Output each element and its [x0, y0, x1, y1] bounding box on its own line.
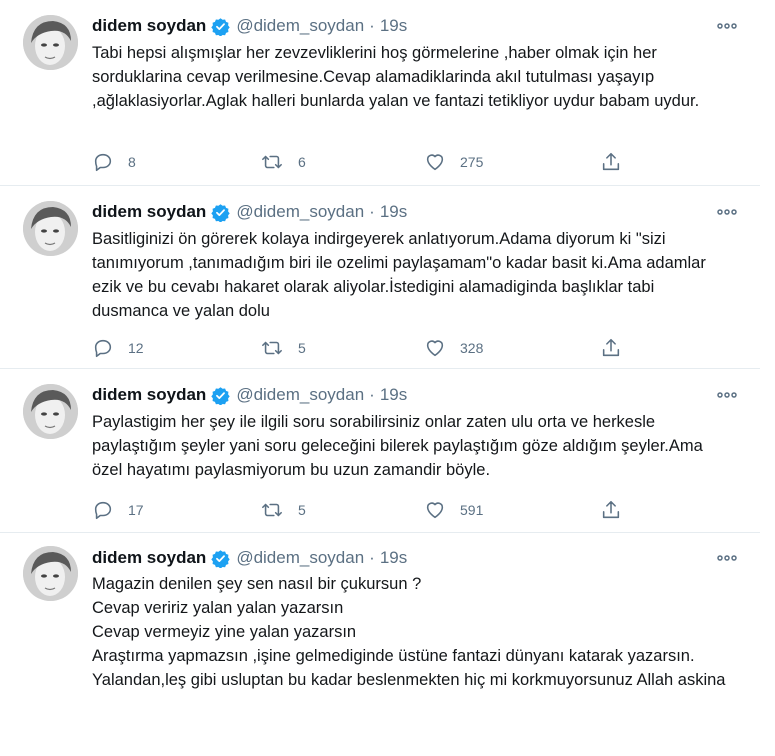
like-count: 591 — [460, 502, 484, 518]
more-options-icon[interactable] — [712, 383, 742, 407]
display-name[interactable]: didem soydan — [92, 548, 206, 568]
tweet[interactable]: didem soydan @didem_soydan · 19s Basitli… — [0, 186, 760, 369]
reply-icon — [94, 339, 112, 358]
reply-button[interactable]: 12 — [92, 336, 144, 360]
tweet-actions: 8 6 275 — [92, 150, 632, 174]
tweet-text: Tabi hepsi alışmışlar her zevzevliklerin… — [92, 44, 700, 110]
retweet-icon — [262, 503, 282, 517]
retweet-button[interactable]: 6 — [260, 150, 306, 174]
reply-button[interactable]: 17 — [92, 498, 144, 522]
tweet-text: Paylastigim her şey ile ilgili soru sora… — [92, 413, 703, 479]
timestamp[interactable]: 19s — [380, 202, 407, 222]
display-name[interactable]: didem soydan — [92, 385, 206, 405]
verified-badge-icon — [211, 386, 230, 405]
like-count: 328 — [460, 340, 484, 356]
retweet-count: 5 — [298, 340, 306, 356]
verified-badge-icon — [211, 203, 230, 222]
separator-dot: · — [369, 385, 375, 404]
retweet-count: 5 — [298, 502, 306, 518]
retweet-button[interactable]: 5 — [260, 336, 306, 360]
retweet-count: 6 — [298, 154, 306, 170]
tweet-header: didem soydan @didem_soydan · 19s — [92, 14, 407, 38]
retweet-button[interactable]: 5 — [260, 498, 306, 522]
timestamp[interactable]: 19s — [380, 16, 407, 36]
heart-icon — [426, 502, 444, 519]
display-name[interactable]: didem soydan — [92, 202, 206, 222]
verified-badge-icon — [211, 549, 230, 568]
retweet-icon — [262, 155, 282, 169]
share-button[interactable] — [600, 498, 622, 522]
more-options-icon[interactable] — [712, 546, 742, 570]
tweet-header: didem soydan @didem_soydan · 19s — [92, 200, 407, 224]
reply-button[interactable]: 8 — [92, 150, 136, 174]
display-name[interactable]: didem soydan — [92, 16, 206, 36]
tweet-actions: 12 5 328 — [92, 336, 632, 360]
handle[interactable]: @didem_soydan — [236, 548, 364, 568]
separator-dot: · — [369, 16, 375, 35]
more-options-icon[interactable] — [712, 200, 742, 224]
like-button[interactable]: 275 — [424, 150, 483, 174]
share-button[interactable] — [600, 336, 622, 360]
tweet[interactable]: didem soydan @didem_soydan · 19s Magazin… — [0, 533, 760, 756]
share-icon — [602, 152, 620, 171]
like-button[interactable]: 591 — [424, 498, 483, 522]
tweet-header: didem soydan @didem_soydan · 19s — [92, 546, 407, 570]
avatar[interactable] — [23, 201, 78, 256]
tweet-actions: 17 5 591 — [92, 498, 632, 522]
verified-badge-icon — [211, 17, 230, 36]
like-count: 275 — [460, 154, 484, 170]
heart-icon — [426, 154, 444, 171]
separator-dot: · — [369, 548, 375, 567]
like-button[interactable]: 328 — [424, 336, 483, 360]
avatar[interactable] — [23, 384, 78, 439]
handle[interactable]: @didem_soydan — [236, 202, 364, 222]
reply-count: 8 — [128, 154, 136, 170]
tweet-text: Basitliginizi ön görerek kolaya indirgey… — [92, 230, 706, 320]
tweet-header: didem soydan @didem_soydan · 19s — [92, 383, 407, 407]
handle[interactable]: @didem_soydan — [236, 16, 364, 36]
tweet[interactable]: didem soydan @didem_soydan · 19s Tabi he… — [0, 0, 760, 186]
more-options-icon[interactable] — [712, 14, 742, 38]
reply-icon — [94, 153, 112, 172]
separator-dot: · — [369, 202, 375, 221]
avatar[interactable] — [23, 15, 78, 70]
tweet-text: Magazin denilen şey sen nasıl bir çukurs… — [92, 575, 726, 689]
timestamp[interactable]: 19s — [380, 548, 407, 568]
reply-count: 12 — [128, 340, 144, 356]
handle[interactable]: @didem_soydan — [236, 385, 364, 405]
share-icon — [602, 338, 620, 357]
tweet[interactable]: didem soydan @didem_soydan · 19s Paylast… — [0, 369, 760, 533]
share-button[interactable] — [600, 150, 622, 174]
heart-icon — [426, 340, 444, 357]
timestamp[interactable]: 19s — [380, 385, 407, 405]
retweet-icon — [262, 341, 282, 355]
share-icon — [602, 500, 620, 519]
reply-icon — [94, 501, 112, 520]
avatar[interactable] — [23, 546, 78, 601]
reply-count: 17 — [128, 502, 144, 518]
